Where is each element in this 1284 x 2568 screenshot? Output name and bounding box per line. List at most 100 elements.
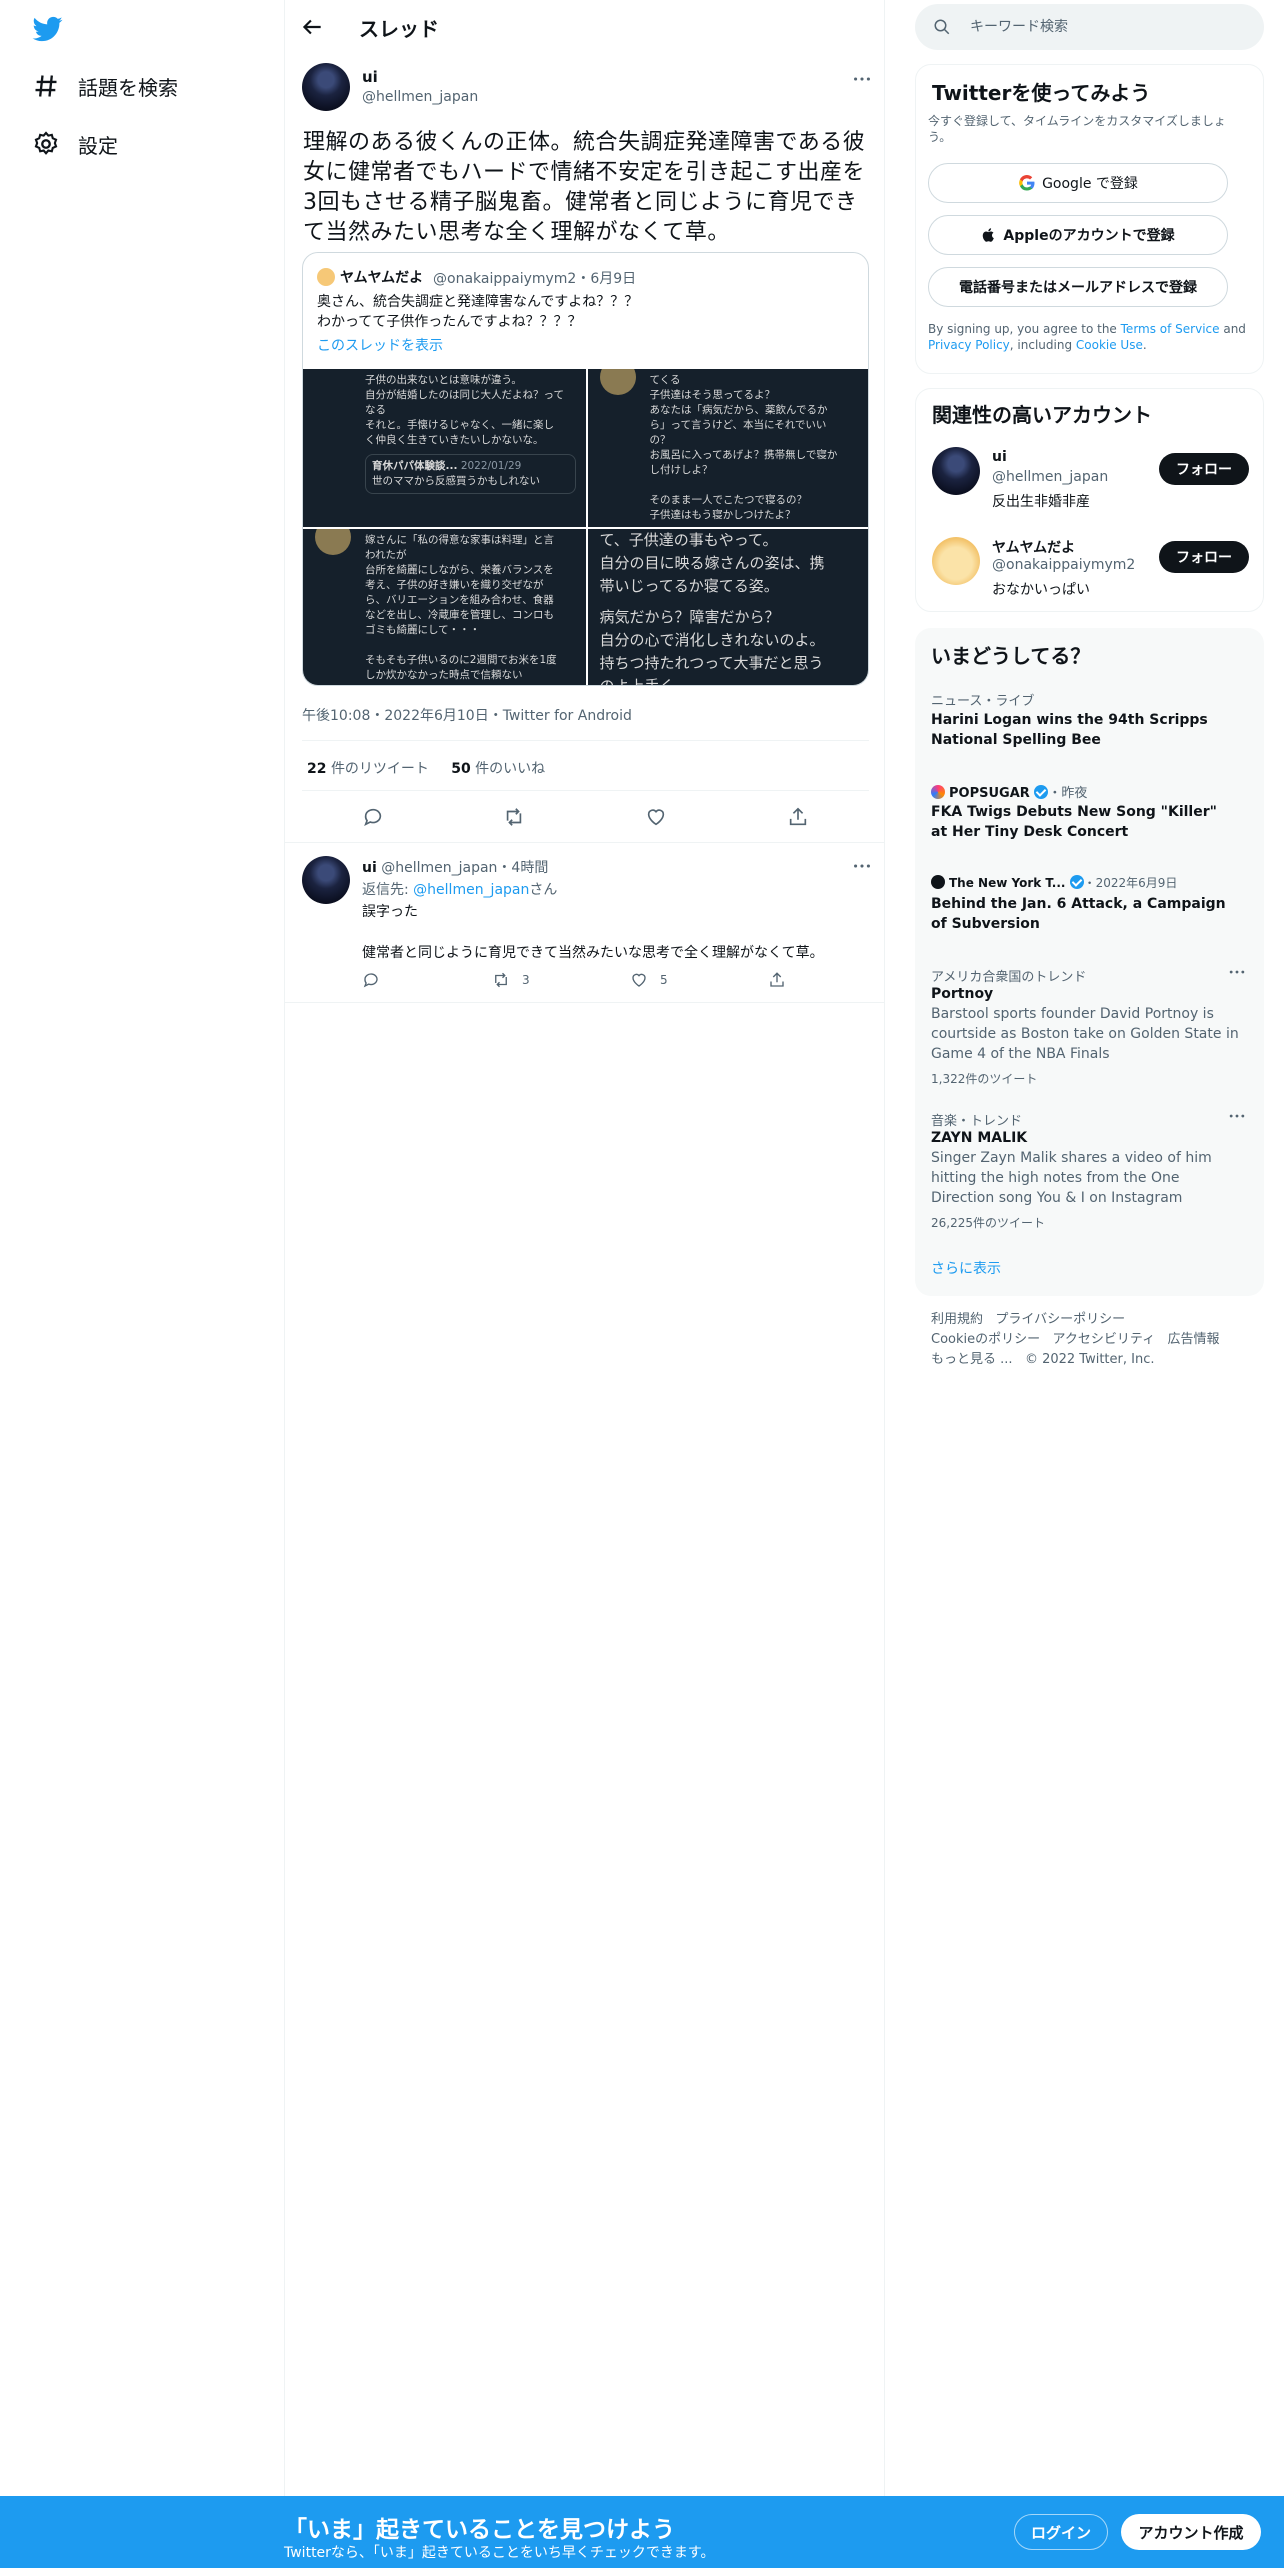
share-icon[interactable] (787, 806, 809, 828)
embed-date: 2022/01/29 (460, 460, 522, 472)
account-name[interactable]: ui (992, 449, 1007, 465)
replying-prefix: 返信先: (362, 882, 414, 898)
privacy-link[interactable]: Privacy Policy (928, 338, 1010, 352)
share-icon[interactable] (768, 971, 786, 989)
reply-icon[interactable] (362, 971, 380, 989)
image-text-line: 台所を綺麗にしながら、栄養バランスを (365, 564, 554, 576)
hashtag-icon (32, 72, 60, 100)
like-icon[interactable] (630, 971, 648, 989)
signup-button[interactable]: アカウント作成 (1121, 2514, 1261, 2550)
bottom-bar-title: 「いま」起きていることを見つけよう (284, 2517, 675, 2543)
retweet-count[interactable]: 22 (307, 761, 326, 777)
reply-text-line: 健常者と同じように育児できて当然みたいな思考で全く理解がなくて草。 (362, 945, 824, 961)
trend-category: アメリカ合衆国のトレンド (931, 970, 1087, 985)
more-options-icon[interactable] (1227, 1106, 1247, 1126)
twitter-logo-icon[interactable] (32, 14, 64, 44)
apple-icon (981, 227, 997, 243)
quote-image[interactable]: てくる 子供達はそう思ってるよ？ あなたは「病気だから、薬飲んでるか ら」って言… (587, 369, 868, 527)
replying-to-link[interactable]: @hellmen_japan (413, 882, 529, 898)
footer-copyright: © 2022 Twitter, Inc. (1024, 1352, 1155, 1367)
terms-including: , including (1009, 338, 1076, 352)
left-nav: 話題を検索 設定 (0, 0, 284, 2568)
footer-ads-link[interactable]: 広告情報 (1168, 1332, 1220, 1347)
image-text-line: の？ (649, 434, 671, 446)
reply-author-name[interactable]: ui (362, 860, 377, 876)
signup-terms: By signing up, you agree to the Terms of… (928, 321, 1253, 353)
show-thread-link[interactable]: このスレッドを表示 (317, 335, 443, 355)
tweet-timestamp[interactable]: 午後10:08・2022年6月10日・Twitter for Android (302, 705, 632, 725)
account-handle[interactable]: @onakaippaiymym2 (992, 557, 1135, 573)
divider (285, 1002, 885, 1003)
author-name[interactable]: ui (362, 68, 378, 86)
google-signup-button[interactable]: Google で登録 (928, 163, 1228, 203)
search-input[interactable] (970, 15, 1250, 39)
image-text-line: 帯いじってるか寝てる姿。 (599, 577, 779, 595)
author-handle[interactable]: @hellmen_japan (362, 89, 478, 105)
apple-signup-button[interactable]: Appleのアカウントで登録 (928, 215, 1228, 255)
avatar[interactable] (932, 537, 980, 585)
trend-time: ・昨夜 (1048, 786, 1088, 801)
verified-icon (1069, 875, 1084, 889)
phone-email-signup-label: 電話番号またはメールアドレスで登録 (959, 280, 1197, 296)
phone-email-signup-button[interactable]: 電話番号またはメールアドレスで登録 (928, 267, 1228, 307)
thread-column: スレッド ui @hellmen_japan 理解のある彼くんの正体。統合失調症… (284, 0, 885, 2500)
trend-title: ZAYN MALIK (931, 1130, 1028, 1146)
account-name[interactable]: ヤムヤムだよ (992, 537, 1075, 557)
divider (302, 790, 869, 791)
retweet-icon[interactable] (503, 806, 525, 828)
reply-header: ui @hellmen_japan・4時間 (362, 857, 548, 877)
account-handle[interactable]: @hellmen_japan (992, 469, 1108, 485)
quoted-tweet[interactable]: ヤムヤムだよ @onakaippaiymym2・6月9日 奥さん、統合失調症と発… (302, 252, 869, 686)
gear-icon (32, 130, 60, 158)
signup-title: Twitterを使ってみよう (932, 81, 1151, 105)
follow-button[interactable]: フォロー (1159, 453, 1249, 485)
trends-panel: いまどうしてる？ ニュース・ライブ Harini Logan wins the … (915, 628, 1264, 1296)
reply-icon[interactable] (362, 806, 384, 828)
image-text-line: し付けしよ？ (649, 464, 713, 476)
footer-accessibility-link[interactable]: アクセシビリティ (1053, 1332, 1156, 1347)
more-options-icon[interactable] (851, 68, 873, 90)
bottom-bar-subtitle: Twitterなら、「いま」起きていることをいち早くチェックできます。 (284, 2545, 715, 2561)
image-embedded-tweet: 育休パパ体験談... 2022/01/29 世のママから反感買うかもしれない (365, 454, 576, 494)
follow-button[interactable]: フォロー (1159, 541, 1249, 573)
quote-image[interactable]: 子供の出来ないとは意味が違う。 自分が結婚したのは同じ大人だよね？って なる そ… (303, 369, 586, 527)
footer-terms-link[interactable]: 利用規約 (931, 1312, 983, 1327)
search-box[interactable] (915, 4, 1264, 50)
retweet-icon[interactable] (492, 971, 510, 989)
image-text-line: そのまま一人でこたつで寝るの？ (649, 494, 808, 506)
avatar[interactable] (302, 856, 350, 904)
login-button[interactable]: ログイン (1014, 2514, 1108, 2550)
footer-cookie-link[interactable]: Cookieのポリシー (931, 1332, 1040, 1347)
like-icon[interactable] (645, 806, 667, 828)
image-text-line: なる (365, 404, 386, 416)
more-options-icon[interactable] (851, 855, 873, 877)
cookie-link[interactable]: Cookie Use (1076, 338, 1143, 352)
popsugar-icon (931, 785, 945, 799)
like-count-label[interactable]: 件のいいね (475, 761, 545, 777)
quote-image[interactable]: て、子供達の事もやって。 自分の目に映る嫁さんの姿は、携 帯いじってるか寝てる姿… (587, 529, 868, 685)
accounts-title: 関連性の高いアカウント (932, 403, 1152, 427)
footer-more-link[interactable]: もっと見る ... (931, 1352, 1013, 1367)
bottom-signup-bar: 「いま」起きていることを見つけよう Twitterなら、「いま」起きていることを… (0, 2496, 1284, 2568)
page-title: スレッド (359, 17, 439, 41)
reply-handle-time[interactable]: @hellmen_japan・4時間 (381, 860, 548, 876)
quote-image[interactable]: 嫁さんに「私の得意な家事は料理」と言 われたが 台所を綺麗にしながら、栄養バラン… (303, 529, 586, 685)
image-text-line: ら」って言うけど、本当にそれでいい (649, 419, 827, 431)
back-arrow-icon[interactable] (299, 14, 325, 40)
nav-explore[interactable]: 話題を検索 (32, 66, 178, 106)
image-text-line: 自分の目に映る嫁さんの姿は、携 (599, 554, 825, 572)
reply-like-count: 5 (660, 973, 668, 987)
avatar[interactable] (302, 63, 350, 111)
image-text-line: しか炊かなかった時点で信頼ない (365, 669, 523, 681)
nav-settings[interactable]: 設定 (32, 124, 118, 164)
more-options-icon[interactable] (1227, 962, 1247, 982)
avatar[interactable] (932, 447, 980, 495)
embed-text: 世のママから反感買うかもしれない (372, 475, 540, 487)
image-text-line: て、子供達の事もやって。 (599, 531, 778, 549)
quote-meta: @onakaippaiymym2・6月9日 (433, 271, 637, 287)
terms-link[interactable]: Terms of Service (1121, 322, 1220, 336)
footer-privacy-link[interactable]: プライバシーポリシー (995, 1312, 1125, 1327)
like-count[interactable]: 50 (451, 761, 470, 777)
retweet-count-label[interactable]: 件のリツイート (331, 761, 429, 777)
show-more-link[interactable]: さらに表示 (931, 1258, 1001, 1278)
